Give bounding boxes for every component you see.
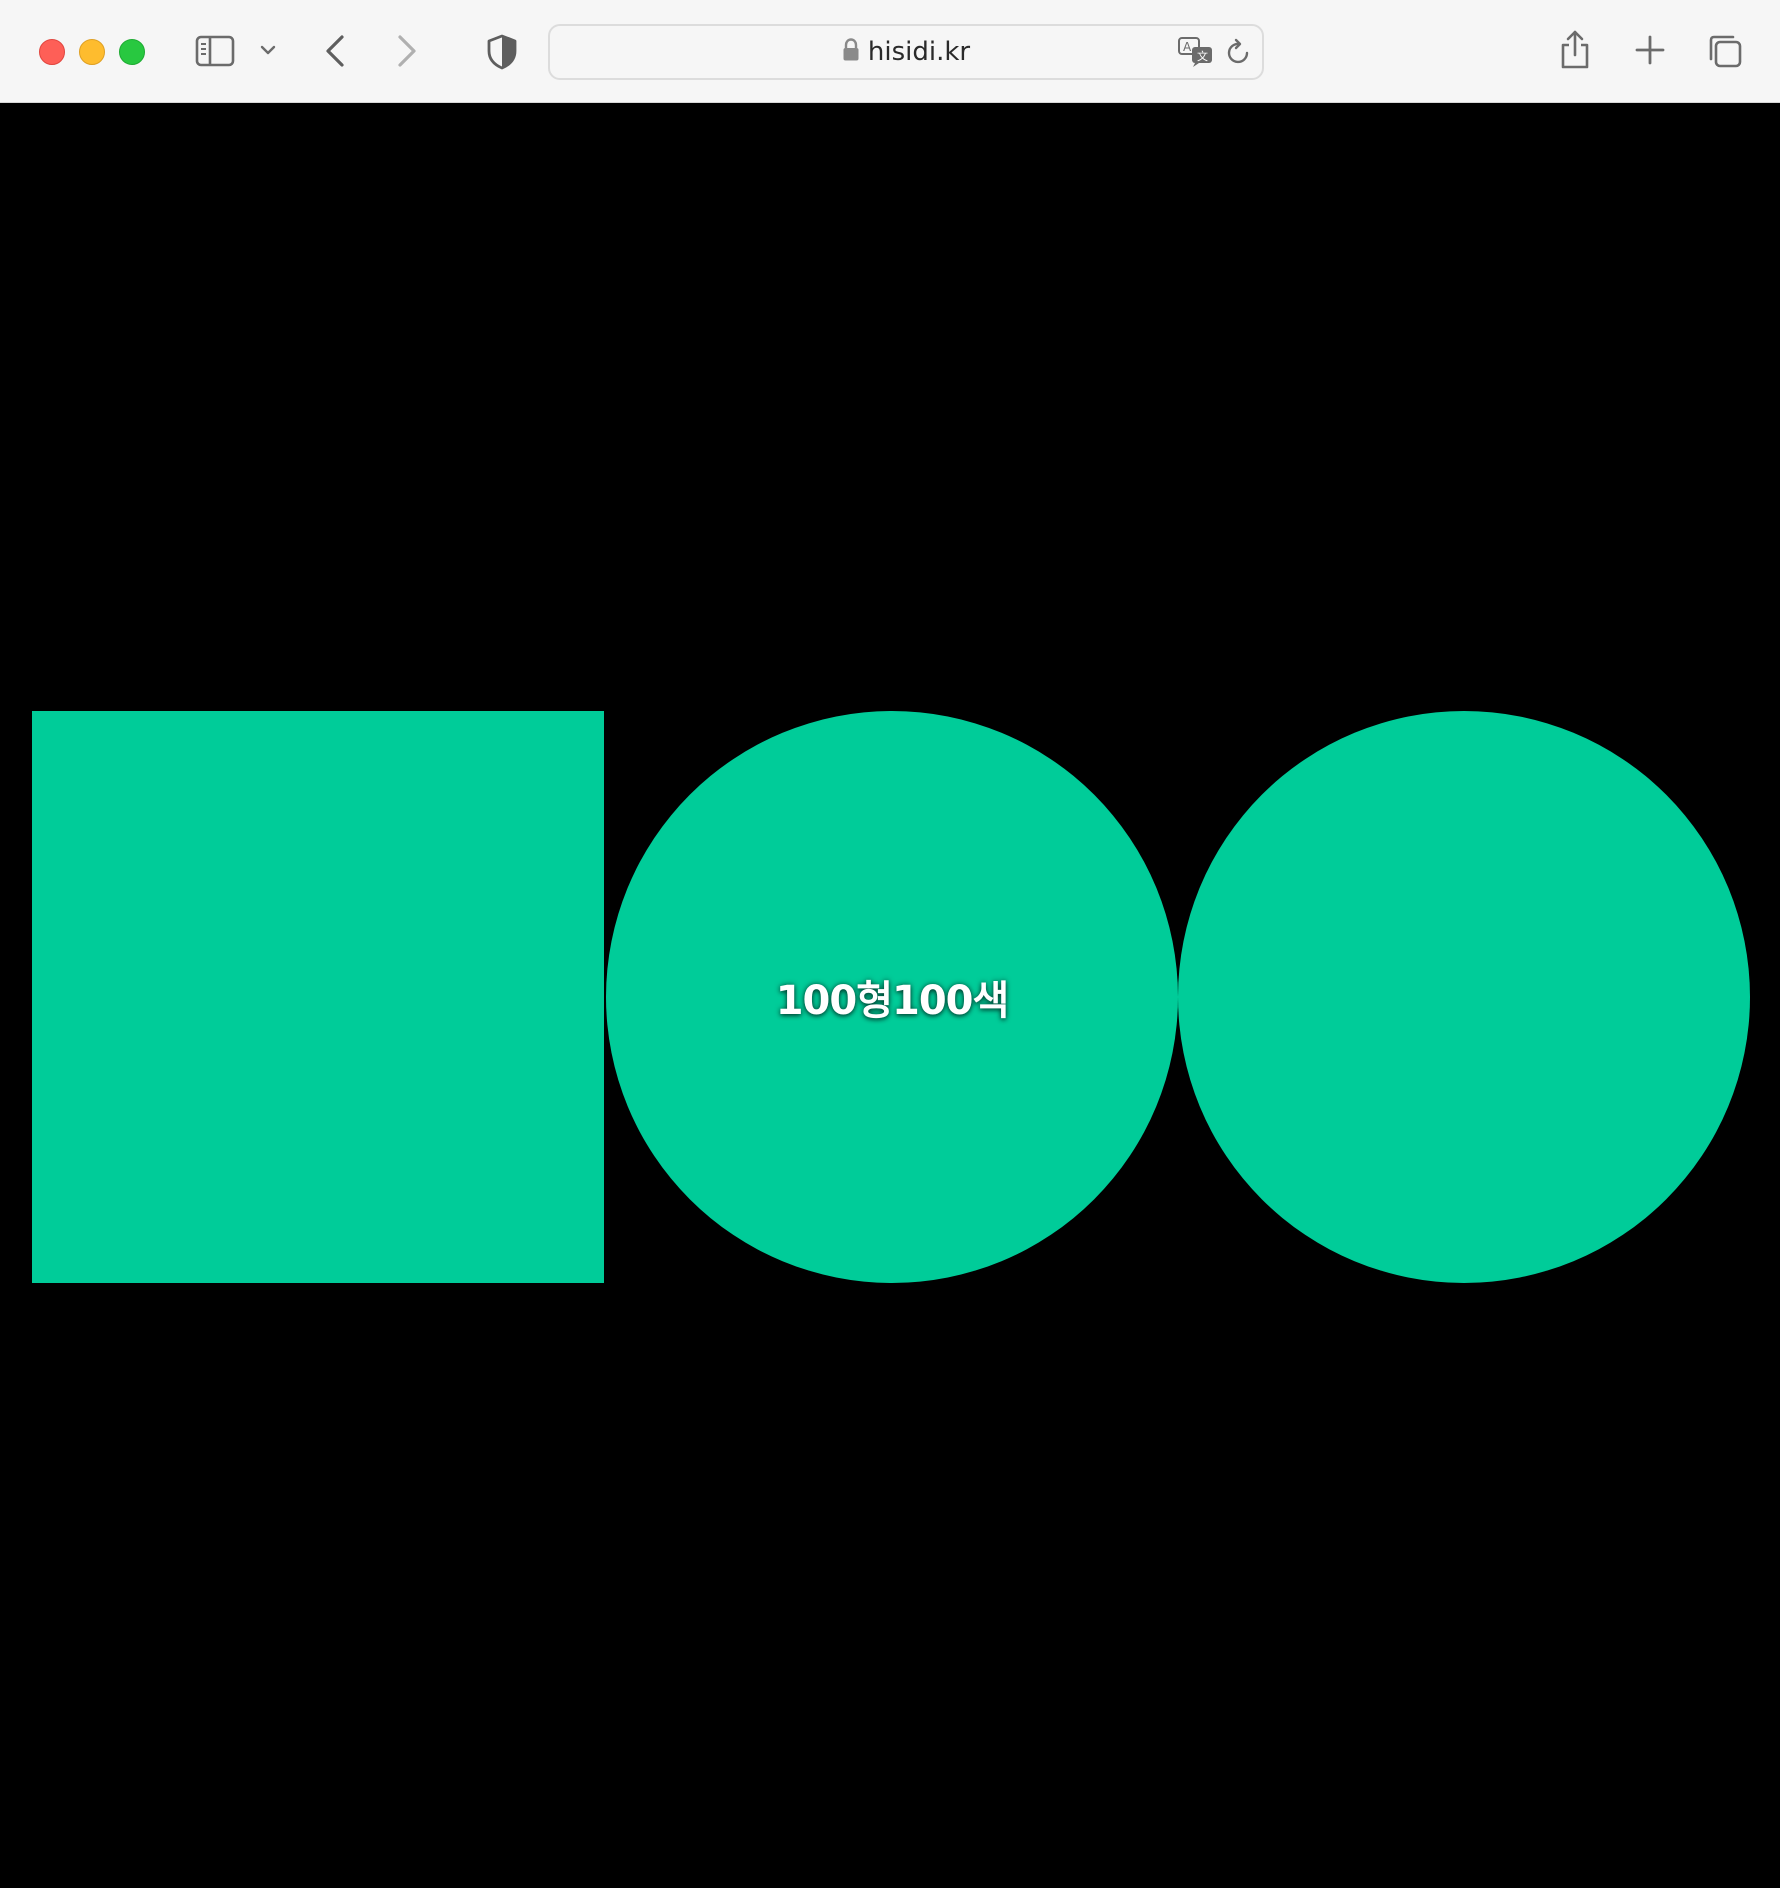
svg-text:文: 文 [1197,49,1208,63]
shield-icon[interactable] [484,32,520,72]
browser-window: hisidi.kr A 文 100형100색 [0,0,1780,1888]
translate-icon[interactable]: A 文 [1176,34,1216,70]
svg-text:A: A [1183,40,1192,54]
reload-icon[interactable] [1224,36,1254,68]
minimize-window-button[interactable] [79,39,105,65]
tab-overview-icon[interactable] [1706,32,1744,70]
green-circle-right [1178,711,1750,1283]
forward-arrow-icon[interactable] [392,30,422,72]
green-circle-center: 100형100색 [606,711,1178,1283]
share-icon[interactable] [1558,28,1592,72]
chevron-down-icon[interactable] [258,40,278,60]
green-square [32,711,604,1283]
zoom-window-button[interactable] [119,39,145,65]
url-text: hisidi.kr [867,37,971,67]
browser-toolbar: hisidi.kr A 文 [0,0,1780,103]
plus-icon[interactable] [1634,34,1666,66]
lock-icon [842,38,860,66]
page-content: 100형100색 [0,104,1780,1888]
sidebar-icon[interactable] [194,32,236,70]
center-label: 100형100색 [775,978,1010,1024]
close-window-button[interactable] [39,39,65,65]
address-bar[interactable]: hisidi.kr A 文 [548,24,1264,80]
back-arrow-icon[interactable] [320,30,350,72]
